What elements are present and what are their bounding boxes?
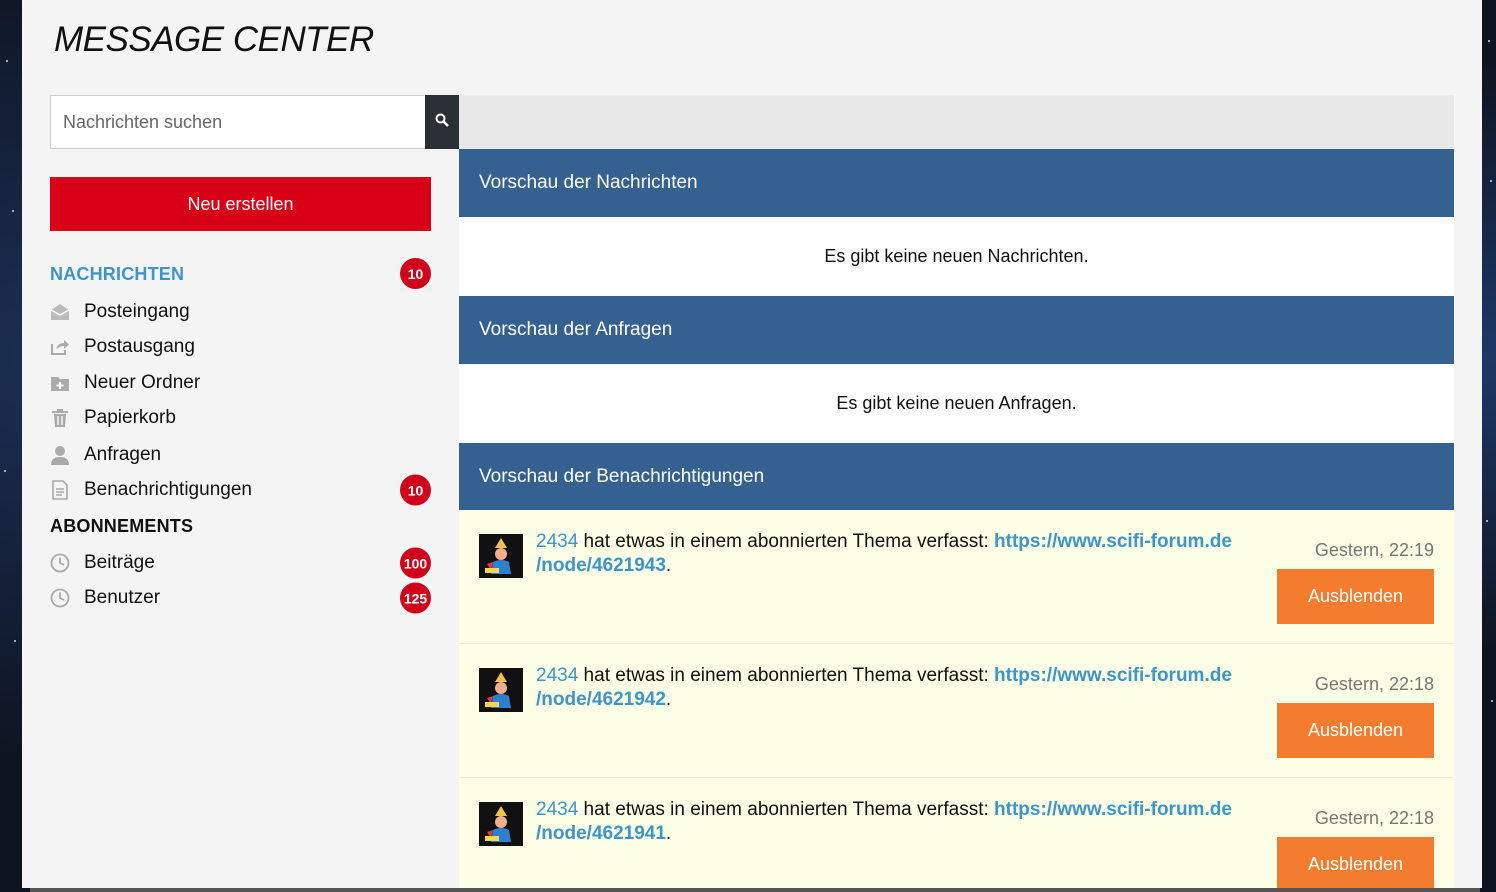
notification-message: hat etwas in einem abonnierten Thema ver… xyxy=(578,799,995,820)
sidebar-item-inbox[interactable]: Posteingang xyxy=(50,297,431,327)
star xyxy=(1488,40,1490,42)
search-input[interactable] xyxy=(50,95,425,149)
clock-icon xyxy=(50,553,70,573)
star xyxy=(1486,520,1488,522)
avatar[interactable] xyxy=(479,534,523,578)
star xyxy=(12,210,14,212)
notification-text: 2434 hat etwas in einem abonnierten Them… xyxy=(536,664,1236,712)
user-link[interactable]: 2434 xyxy=(536,799,578,820)
search-bar xyxy=(50,95,459,149)
notification-timestamp: Gestern, 22:19 xyxy=(1314,540,1434,560)
document-icon xyxy=(50,480,70,500)
star xyxy=(1490,180,1492,182)
sidebar-item-notifications[interactable]: Benachrichtigungen 10 xyxy=(50,474,431,506)
avatar[interactable] xyxy=(479,802,523,846)
sidebar-item-label: Neuer Ordner xyxy=(84,372,201,393)
page-title: MESSAGE CENTER xyxy=(54,20,374,59)
new-message-button[interactable]: Neu erstellen xyxy=(50,177,431,231)
hide-button[interactable]: Ausblenden xyxy=(1277,569,1434,624)
messages-empty-state: Es gibt keine neuen Nachrichten. xyxy=(459,217,1454,296)
sidebar-item-label: Papierkorb xyxy=(84,407,176,428)
star xyxy=(6,60,8,62)
hide-button[interactable]: Ausblenden xyxy=(1277,703,1434,758)
outbox-icon xyxy=(50,337,70,357)
posts-count-badge: 100 xyxy=(400,547,431,579)
period: . xyxy=(665,689,672,710)
period: . xyxy=(665,823,672,844)
message-center-panel: MESSAGE CENTER Neu erstellen NACHRICHTEN… xyxy=(22,0,1482,888)
user-link[interactable]: 2434 xyxy=(536,531,578,552)
notification-list: 2434 hat etwas in einem abonnierten Them… xyxy=(459,510,1454,888)
clock-icon xyxy=(50,588,70,608)
user-icon xyxy=(50,445,70,465)
notification-timestamp: Gestern, 22:18 xyxy=(1314,674,1434,694)
search-button[interactable] xyxy=(425,95,459,149)
hide-button[interactable]: Ausblenden xyxy=(1277,837,1434,888)
star xyxy=(1491,700,1493,702)
sidebar-item-label: Beiträge xyxy=(84,552,155,573)
sidebar-item-label: Anfragen xyxy=(84,444,162,465)
sidebar-item-label: Benachrichtigungen xyxy=(84,479,252,500)
notification-message: hat etwas in einem abonnierten Thema ver… xyxy=(578,531,995,552)
sidebar-item-label: Postausgang xyxy=(84,336,195,357)
notification-timestamp: Gestern, 22:18 xyxy=(1314,808,1434,828)
sidebar-item-new-folder[interactable]: Neuer Ordner xyxy=(50,368,431,398)
messages-preview-header: Vorschau der Nachrichten xyxy=(459,149,1454,217)
notification-text: 2434 hat etwas in einem abonnierten Them… xyxy=(536,798,1236,846)
new-folder-icon xyxy=(50,373,70,393)
messages-count-badge: 10 xyxy=(400,258,431,289)
notification-item: 2434 hat etwas in einem abonnierten Them… xyxy=(459,510,1454,644)
users-count-badge: 125 xyxy=(400,582,431,614)
notification-item: 2434 hat etwas in einem abonnierten Them… xyxy=(459,644,1454,778)
content-toolbar xyxy=(459,95,1454,149)
period: . xyxy=(665,555,672,576)
star xyxy=(4,470,6,472)
messages-heading[interactable]: NACHRICHTEN xyxy=(50,264,184,285)
subscriptions-heading: ABONNEMENTS xyxy=(50,516,194,536)
sidebar-item-posts[interactable]: Beiträge 100 xyxy=(50,547,431,579)
star xyxy=(14,640,16,642)
sidebar-item-label: Posteingang xyxy=(84,301,190,322)
requests-empty-state: Es gibt keine neuen Anfragen. xyxy=(459,364,1454,443)
inbox-icon xyxy=(50,302,70,322)
notification-item: 2434 hat etwas in einem abonnierten Them… xyxy=(459,778,1454,888)
notifications-preview-header: Vorschau der Benachrichtigungen xyxy=(459,443,1454,511)
notification-text: 2434 hat etwas in einem abonnierten Them… xyxy=(536,530,1236,578)
sidebar-item-requests[interactable]: Anfragen xyxy=(50,440,431,470)
sidebar-item-label: Benutzer xyxy=(84,587,161,608)
avatar[interactable] xyxy=(479,668,523,712)
notifications-count-badge: 10 xyxy=(400,474,431,506)
search-icon xyxy=(435,113,449,132)
sidebar-item-trash[interactable]: Papierkorb xyxy=(50,403,431,433)
notification-message: hat etwas in einem abonnierten Thema ver… xyxy=(578,665,995,686)
user-link[interactable]: 2434 xyxy=(536,665,578,686)
bottom-edge xyxy=(30,888,1480,892)
requests-preview-header: Vorschau der Anfragen xyxy=(459,296,1454,364)
trash-icon xyxy=(50,408,70,428)
sidebar-item-outbox[interactable]: Postausgang xyxy=(50,332,431,362)
sidebar-item-users[interactable]: Benutzer 125 xyxy=(50,582,431,614)
